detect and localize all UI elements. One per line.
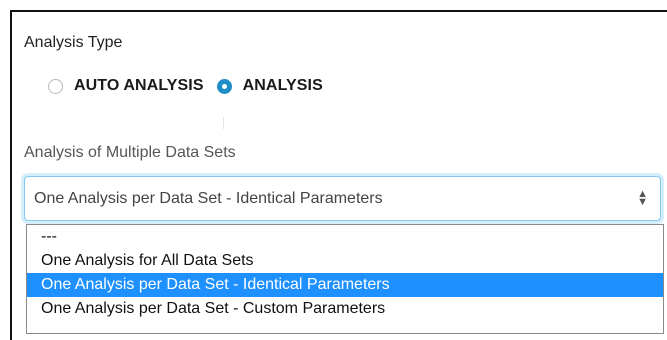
analysis-radio[interactable] [216, 78, 232, 94]
dropdown-option-empty[interactable]: --- [27, 225, 663, 249]
analysis-type-title: Analysis Type [24, 34, 123, 51]
analysis-type-radio-group: AUTO ANALYSIS ANALYSIS [48, 75, 323, 97]
multiple-data-sets-select[interactable]: One Analysis per Data Set - Identical Pa… [24, 176, 661, 221]
divider-mark [223, 117, 224, 129]
dropdown-option-identical-parameters[interactable]: One Analysis per Data Set - Identical Pa… [27, 273, 663, 297]
select-dropdown-list: --- One Analysis for All Data Sets One A… [26, 224, 664, 334]
multiple-data-sets-title: Analysis of Multiple Data Sets [24, 144, 236, 161]
dropdown-option-all-data-sets[interactable]: One Analysis for All Data Sets [27, 249, 663, 273]
auto-analysis-label[interactable]: AUTO ANALYSIS [74, 77, 204, 95]
dropdown-option-custom-parameters[interactable]: One Analysis per Data Set - Custom Param… [27, 297, 663, 321]
auto-analysis-radio[interactable] [48, 78, 63, 94]
analysis-label[interactable]: ANALYSIS [243, 77, 323, 95]
select-current-value: One Analysis per Data Set - Identical Pa… [34, 190, 383, 207]
updown-caret-icon: ▲ ▼ [637, 188, 648, 208]
